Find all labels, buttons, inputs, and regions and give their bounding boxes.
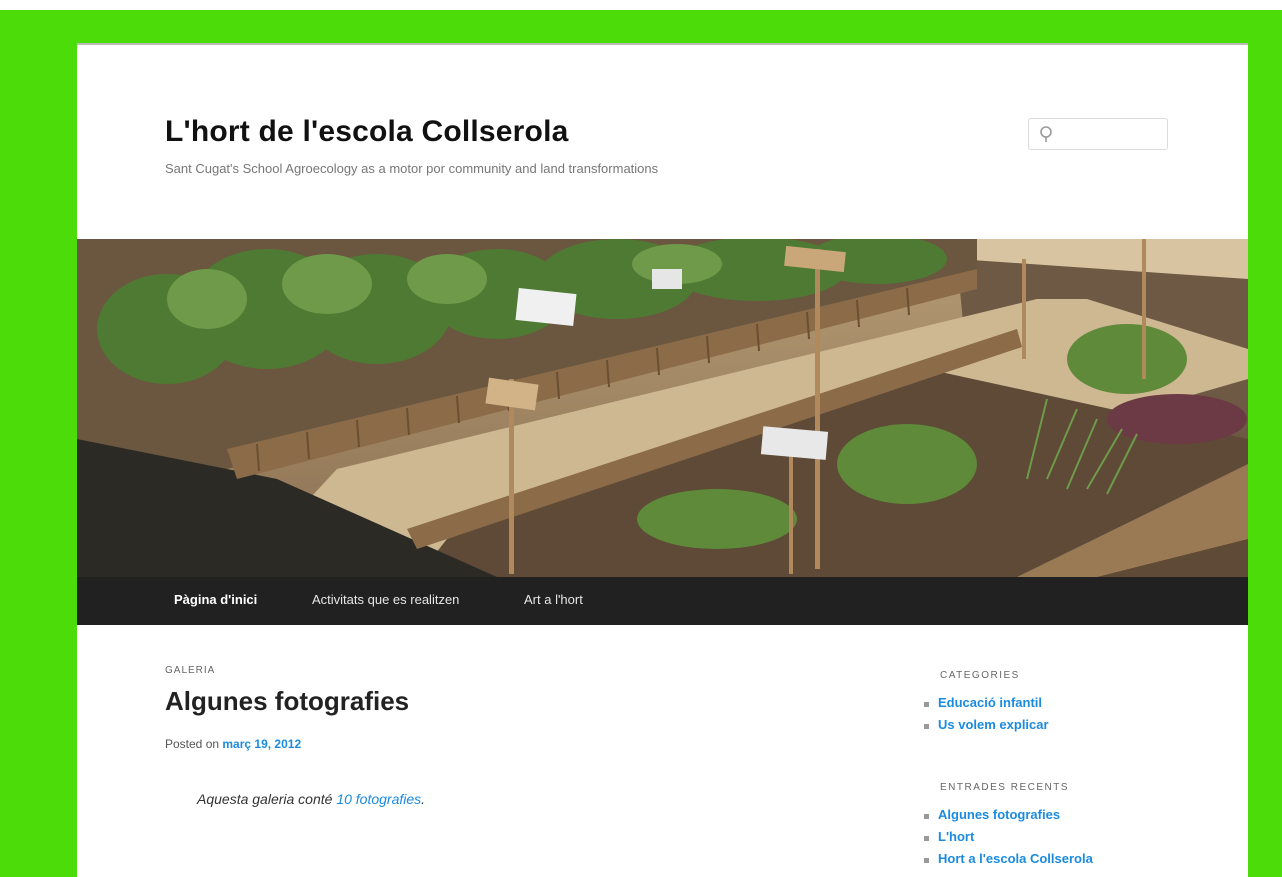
widget-title-recent: ENTRADES RECENTS — [940, 782, 1070, 793]
list-item: Educació infantil — [922, 695, 1049, 717]
entry-title[interactable]: Algunes fotografies — [165, 686, 409, 717]
recent-post-link[interactable]: Hort a l'escola Collserola — [938, 851, 1093, 866]
nav-item-activitats[interactable]: Activitats que es realitzen — [312, 592, 459, 607]
entry-format-label[interactable]: GALERIA — [165, 665, 215, 676]
top-strip — [0, 0, 1282, 10]
post-date-link[interactable]: març 19, 2012 — [222, 737, 301, 751]
entry-meta: Posted on març 19, 2012 — [165, 737, 301, 751]
nav-item-art[interactable]: Art a l'hort — [524, 592, 583, 607]
site-description: Sant Cugat's School Agroecology as a mot… — [165, 161, 659, 176]
header-banner-image — [77, 239, 1248, 577]
page-container: L'hort de l'escola Collserola Sant Cugat… — [77, 43, 1248, 877]
category-link-educacio[interactable]: Educació infantil — [938, 695, 1042, 710]
content-suffix: . — [421, 791, 426, 807]
content-prefix: Aquesta galeria conté — [197, 791, 333, 807]
nav-item-home[interactable]: Pàgina d'inici — [174, 592, 257, 607]
search-input[interactable] — [1057, 123, 1167, 147]
search-box[interactable] — [1028, 118, 1168, 150]
list-item: Us volem explicar — [922, 717, 1049, 739]
gallery-count-link[interactable]: 10 fotografies — [336, 791, 421, 807]
recent-post-link[interactable]: L'hort — [938, 829, 974, 844]
search-icon — [1040, 126, 1052, 142]
recent-posts-list: Algunes fotografies L'hort Hort a l'esco… — [922, 807, 1093, 873]
garden-photo — [77, 239, 1248, 577]
list-item: Hort a l'escola Collserola — [922, 851, 1093, 873]
site-title[interactable]: L'hort de l'escola Collserola — [165, 115, 569, 149]
category-link-us-volem[interactable]: Us volem explicar — [938, 717, 1049, 732]
widget-title-categories: CATEGORIES — [940, 670, 1020, 681]
categories-list: Educació infantil Us volem explicar — [922, 695, 1049, 739]
meta-prefix: Posted on — [165, 737, 220, 751]
main-navigation: Pàgina d'inici Activitats que es realitz… — [77, 577, 1248, 625]
list-item: L'hort — [922, 829, 1093, 851]
recent-post-link[interactable]: Algunes fotografies — [938, 807, 1060, 822]
entry-content: Aquesta galeria conté 10 fotografies. — [197, 791, 425, 807]
list-item: Algunes fotografies — [922, 807, 1093, 829]
